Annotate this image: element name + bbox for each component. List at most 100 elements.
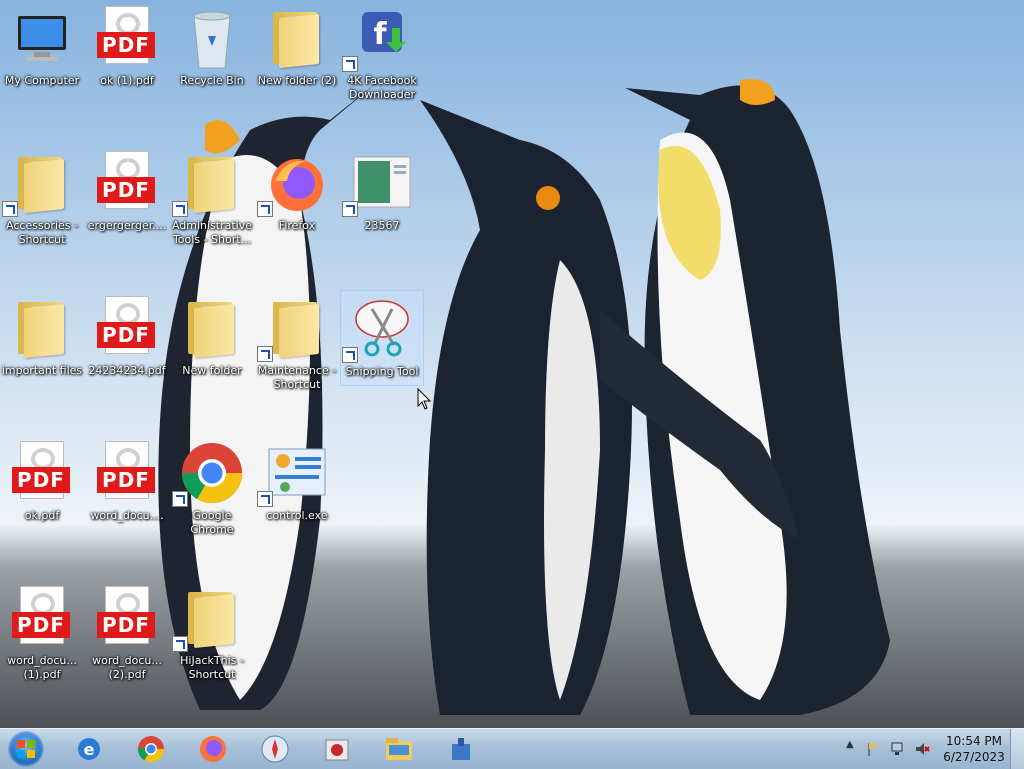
shortcut-arrow-icon: [342, 347, 358, 363]
control-panel-icon: [257, 441, 329, 507]
pdf-icon: PDF: [10, 441, 74, 505]
mouse-cursor-icon: [417, 388, 432, 410]
desktop-icon-ergergerger[interactable]: PDF ergergerger....: [85, 145, 169, 285]
desktop-icon-label: important files: [1, 364, 83, 377]
desktop-icon-word-docu-1-pdf[interactable]: PDF word_docu... (1).pdf: [0, 580, 84, 720]
desktop-icon-label: ok.pdf: [24, 509, 60, 522]
pdf-icon: PDF: [95, 441, 159, 505]
desktop-icon-label: Accessories - Shortcut: [6, 219, 78, 246]
desktop-icon-label: control.exe: [266, 509, 328, 522]
pdf-icon: PDF: [95, 296, 159, 360]
desktop-icon-important-files[interactable]: important files: [0, 290, 84, 430]
app-facebook-downloader-icon: f: [342, 6, 414, 72]
recycle-bin-icon: [180, 6, 244, 70]
taskbar-chrome[interactable]: [124, 731, 178, 767]
desktop-icon-label: ok (1).pdf: [100, 74, 154, 87]
desktop-icon-label: word_docu... (1).pdf: [7, 654, 77, 681]
desktop-icon-24234234-pdf[interactable]: PDF 24234234.pdf: [85, 290, 169, 430]
shortcut-arrow-icon: [257, 201, 273, 217]
desktop-icon-recycle-bin[interactable]: Recycle Bin: [170, 0, 254, 140]
desktop-icon-23567[interactable]: 23567: [340, 145, 424, 285]
desktop-icon-label: Firefox: [278, 219, 316, 232]
svg-text:e: e: [84, 740, 95, 759]
desktop-icon-hijackthis-shortcut[interactable]: HiJackThis - Shortcut: [170, 580, 254, 720]
hijackthis-icon: [325, 739, 349, 761]
show-hidden-icons-button[interactable]: ▲: [846, 739, 854, 750]
folder-icon: [10, 296, 74, 360]
folder-icon: [180, 296, 244, 360]
start-button[interactable]: [8, 731, 44, 767]
taskbar-file-explorer[interactable]: [372, 731, 426, 767]
shortcut-arrow-icon: [172, 491, 188, 507]
system-clock[interactable]: 10:54 PM 6/27/2023: [940, 733, 1008, 765]
shortcut-arrow-icon: [172, 201, 188, 217]
desktop-icon-accessories-shortcut[interactable]: Accessories - Shortcut: [0, 145, 84, 285]
pdf-icon: PDF: [10, 586, 74, 650]
shortcut-arrow-icon: [342, 56, 358, 72]
pdf-badge: PDF: [12, 467, 70, 493]
shortcut-arrow-icon: [172, 636, 188, 652]
pdf-badge: PDF: [97, 467, 155, 493]
desktop-icon-label: 23567: [364, 219, 400, 232]
desktop-icon-control-exe[interactable]: control.exe: [255, 435, 339, 575]
desktop-icon-snipping-tool[interactable]: Snipping Tool: [340, 290, 424, 386]
desktop-icon-word-docu-2-pdf[interactable]: PDF word_docu... (2).pdf: [85, 580, 169, 720]
desktop-icon-label: 24234234.pdf: [88, 364, 166, 377]
internet-explorer-icon: e: [78, 738, 100, 760]
shortcut-arrow-icon: [2, 201, 18, 217]
volume-muted-icon[interactable]: [914, 741, 930, 757]
desktop-icon-label: Administrative Tools - Short...: [171, 219, 253, 246]
desktop-icon-firefox[interactable]: Firefox: [255, 145, 339, 285]
firefox-icon: [200, 736, 226, 762]
desktop-icon-label: New folder: [182, 364, 242, 377]
shortcut-arrow-icon: [257, 346, 273, 362]
show-desktop-button[interactable]: [1010, 729, 1024, 769]
shortcut-arrow-icon: [257, 491, 273, 507]
desktop-icon-ok-pdf[interactable]: PDF ok.pdf: [0, 435, 84, 575]
desktop-icon-word-docu[interactable]: PDF word_docu....: [85, 435, 169, 575]
action-center-flag-icon[interactable]: [866, 741, 882, 757]
desktop-icon-label: HiJackThis - Shortcut: [180, 654, 244, 681]
desktop-icon-new-folder[interactable]: New folder: [170, 290, 254, 430]
desktop-icon-label: Snipping Tool: [345, 365, 419, 378]
desktop-icon-ok-1-pdf[interactable]: PDF ok (1).pdf: [85, 0, 169, 140]
pdf-badge: PDF: [97, 612, 155, 638]
desktop-icon-label: Google Chrome: [190, 509, 234, 536]
file-explorer-icon: [386, 738, 412, 760]
shortcut-arrow-icon: [342, 201, 358, 217]
svg-text:f: f: [373, 17, 387, 52]
folder-icon: [172, 586, 244, 652]
taskbar-internet-explorer[interactable]: e: [62, 731, 116, 767]
windows-flag-icon: [17, 740, 35, 758]
computer-icon: [10, 6, 74, 70]
desktop-icon-label: My Computer: [4, 74, 80, 87]
desktop-icon-label: ergergerger....: [87, 219, 167, 232]
safari-icon: [261, 735, 289, 763]
desktop-icon-google-chrome[interactable]: Google Chrome: [170, 435, 254, 575]
desktop-icon-4k-facebook-downloader[interactable]: f 4K Facebook Downloader: [340, 0, 424, 140]
clock-date: 6/27/2023: [943, 750, 1005, 764]
network-icon[interactable]: [890, 741, 906, 757]
pdf-icon: PDF: [95, 151, 159, 215]
desktop-icon-label: word_docu....: [90, 509, 164, 522]
chrome-icon: [137, 736, 165, 763]
desktop-icon-administrative-tools-short[interactable]: Administrative Tools - Short...: [170, 145, 254, 285]
desktop-icon-label: 4K Facebook Downloader: [347, 74, 417, 101]
desktop-icon-maintenance-shortcut[interactable]: Maintenance - Shortcut: [255, 290, 339, 430]
desktop-icon-new-folder-2[interactable]: New folder (2): [255, 0, 339, 140]
taskbar-safari[interactable]: [248, 731, 302, 767]
desktop-icon-label: Recycle Bin: [180, 74, 244, 87]
desktop-icon-label: word_docu... (2).pdf: [92, 654, 162, 681]
taskbar-hijackthis[interactable]: [310, 731, 364, 767]
snipping-tool-icon: [342, 297, 414, 363]
taskbar-firefox[interactable]: [186, 731, 240, 767]
folder-icon: [172, 151, 244, 217]
pdf-badge: PDF: [97, 177, 155, 203]
pdf-icon: PDF: [95, 6, 159, 70]
desktop-icon-my-computer[interactable]: My Computer: [0, 0, 84, 140]
taskbar-network-app[interactable]: [434, 731, 488, 767]
desktop-icon-label: Maintenance - Shortcut: [257, 364, 337, 391]
network-app-icon: [452, 738, 470, 760]
desktop-icon-label: New folder (2): [257, 74, 337, 87]
clock-time: 10:54 PM: [946, 734, 1002, 748]
